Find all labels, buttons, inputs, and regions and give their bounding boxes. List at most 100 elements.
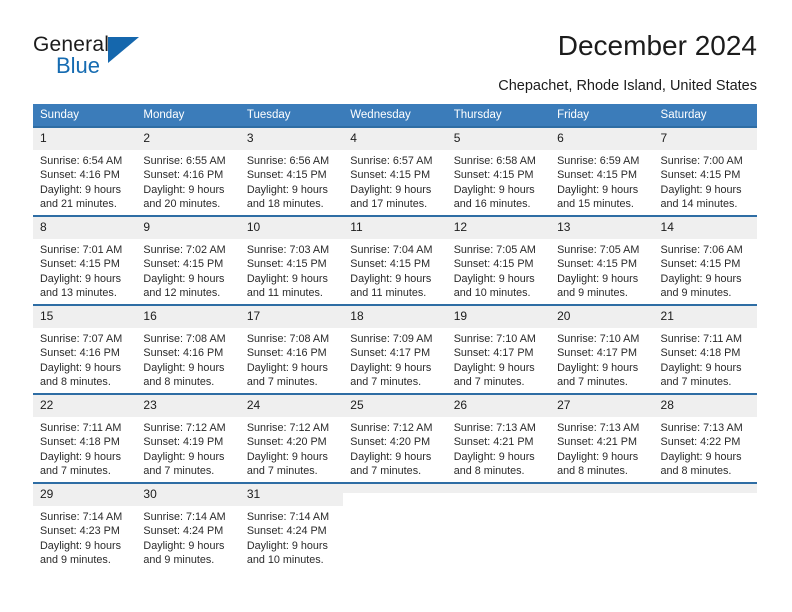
daylight-text-line2: and 10 minutes. <box>453 287 531 300</box>
sunset-text: Sunset: 4:15 PM <box>246 258 327 271</box>
day-cell[interactable]: 10 Sunrise: 7:03 AM Sunset: 4:15 PM Dayl… <box>239 215 344 305</box>
weekday-header-tuesday: Tuesday <box>239 104 344 127</box>
day-details: Sunrise: 6:55 AM Sunset: 4:16 PM Dayligh… <box>136 150 239 212</box>
daylight-text-line2: and 7 minutes. <box>453 376 525 389</box>
day-details: Sunrise: 6:58 AM Sunset: 4:15 PM Dayligh… <box>447 150 550 212</box>
sunrise-text: Sunrise: 7:14 AM <box>40 511 123 523</box>
weekday-header-saturday: Saturday <box>653 104 757 127</box>
daylight-text-line1: Daylight: 9 hours <box>143 539 225 552</box>
day-cell[interactable]: 22 Sunrise: 7:11 AM Sunset: 4:18 PM Dayl… <box>33 393 137 483</box>
sunrise-text: Sunrise: 7:14 AM <box>143 511 226 523</box>
day-number: 12 <box>446 217 551 239</box>
daylight-text-line1: Daylight: 9 hours <box>557 183 639 196</box>
day-cell[interactable]: 24 Sunrise: 7:12 AM Sunset: 4:20 PM Dayl… <box>239 393 344 483</box>
daylight-text-line1: Daylight: 9 hours <box>350 272 432 285</box>
sunset-text: Sunset: 4:17 PM <box>350 347 431 360</box>
daylight-text-line1: Daylight: 9 hours <box>453 450 535 463</box>
sunrise-text: Sunrise: 7:02 AM <box>143 244 226 256</box>
sunset-text: Sunset: 4:16 PM <box>143 347 224 360</box>
calendar-week-row: 1 Sunrise: 6:54 AM Sunset: 4:16 PM Dayli… <box>33 126 757 216</box>
daylight-text-line2: and 14 minutes. <box>660 198 738 211</box>
daylight-text-line1: Daylight: 9 hours <box>660 450 742 463</box>
day-number: 14 <box>653 217 757 239</box>
daylight-text-line2: and 8 minutes. <box>453 465 525 478</box>
daylight-text-line2: and 21 minutes. <box>40 198 117 211</box>
day-number: 19 <box>446 306 551 328</box>
general-blue-logo[interactable]: General Blue <box>33 33 233 81</box>
day-details <box>343 493 446 497</box>
day-cell[interactable]: 30 Sunrise: 7:14 AM Sunset: 4:24 PM Dayl… <box>136 482 240 571</box>
day-cell[interactable]: 7 Sunrise: 7:00 AM Sunset: 4:15 PM Dayli… <box>653 126 757 216</box>
sunrise-text: Sunrise: 7:09 AM <box>350 333 433 345</box>
weekday-header-sunday: Sunday <box>33 104 137 127</box>
daylight-text-line1: Daylight: 9 hours <box>557 361 639 374</box>
calendar-week-row: 29 Sunrise: 7:14 AM Sunset: 4:23 PM Dayl… <box>33 482 757 571</box>
calendar-week-row: 15 Sunrise: 7:07 AM Sunset: 4:16 PM Dayl… <box>33 304 757 394</box>
day-cell[interactable]: 1 Sunrise: 6:54 AM Sunset: 4:16 PM Dayli… <box>33 126 137 216</box>
day-cell[interactable]: 29 Sunrise: 7:14 AM Sunset: 4:23 PM Dayl… <box>33 482 137 571</box>
day-cell[interactable]: 21 Sunrise: 7:11 AM Sunset: 4:18 PM Dayl… <box>653 304 757 394</box>
daylight-text-line1: Daylight: 9 hours <box>246 272 328 285</box>
day-number: 7 <box>653 128 757 150</box>
day-cell[interactable]: 2 Sunrise: 6:55 AM Sunset: 4:16 PM Dayli… <box>136 126 240 216</box>
daylight-text-line1: Daylight: 9 hours <box>143 183 225 196</box>
sunrise-text: Sunrise: 7:01 AM <box>40 244 123 256</box>
sunrise-text: Sunrise: 6:54 AM <box>40 155 123 167</box>
day-cell[interactable]: 25 Sunrise: 7:12 AM Sunset: 4:20 PM Dayl… <box>343 393 447 483</box>
day-cell[interactable]: 16 Sunrise: 7:08 AM Sunset: 4:16 PM Dayl… <box>136 304 240 394</box>
logo-text-blue: Blue <box>56 53 101 78</box>
daylight-text-line2: and 11 minutes. <box>350 287 427 300</box>
day-details: Sunrise: 7:05 AM Sunset: 4:15 PM Dayligh… <box>550 239 653 301</box>
day-cell-empty <box>343 482 447 571</box>
sunset-text: Sunset: 4:21 PM <box>453 436 534 449</box>
day-details: Sunrise: 7:13 AM Sunset: 4:21 PM Dayligh… <box>550 417 653 479</box>
day-cell[interactable]: 18 Sunrise: 7:09 AM Sunset: 4:17 PM Dayl… <box>343 304 447 394</box>
day-cell[interactable]: 6 Sunrise: 6:59 AM Sunset: 4:15 PM Dayli… <box>550 126 654 216</box>
daylight-text-line2: and 9 minutes. <box>143 554 215 567</box>
sunrise-text: Sunrise: 6:57 AM <box>350 155 433 167</box>
page-title: December 2024 <box>557 30 757 61</box>
day-cell[interactable]: 5 Sunrise: 6:58 AM Sunset: 4:15 PM Dayli… <box>446 126 551 216</box>
day-cell[interactable]: 20 Sunrise: 7:10 AM Sunset: 4:17 PM Dayl… <box>550 304 654 394</box>
sunrise-text: Sunrise: 6:59 AM <box>557 155 640 167</box>
daylight-text-line1: Daylight: 9 hours <box>143 272 225 285</box>
day-cell[interactable]: 12 Sunrise: 7:05 AM Sunset: 4:15 PM Dayl… <box>446 215 551 305</box>
daylight-text-line2: and 9 minutes. <box>557 287 628 300</box>
sunrise-sunset-calendar-table: Sunday Monday Tuesday Wednesday Thursday… <box>33 104 757 571</box>
daylight-text-line2: and 7 minutes. <box>40 465 111 478</box>
day-details: Sunrise: 7:14 AM Sunset: 4:24 PM Dayligh… <box>240 506 343 568</box>
weekday-header-wednesday: Wednesday <box>343 104 447 127</box>
day-cell[interactable]: 28 Sunrise: 7:13 AM Sunset: 4:22 PM Dayl… <box>653 393 757 483</box>
day-cell[interactable]: 9 Sunrise: 7:02 AM Sunset: 4:15 PM Dayli… <box>136 215 240 305</box>
daylight-text-line1: Daylight: 9 hours <box>40 183 122 196</box>
day-cell[interactable]: 3 Sunrise: 6:56 AM Sunset: 4:15 PM Dayli… <box>239 126 344 216</box>
day-details: Sunrise: 7:12 AM Sunset: 4:20 PM Dayligh… <box>240 417 343 479</box>
day-number: 21 <box>653 306 757 328</box>
day-cell[interactable]: 4 Sunrise: 6:57 AM Sunset: 4:15 PM Dayli… <box>343 126 447 216</box>
day-cell[interactable]: 11 Sunrise: 7:04 AM Sunset: 4:15 PM Dayl… <box>343 215 447 305</box>
day-cell[interactable]: 14 Sunrise: 7:06 AM Sunset: 4:15 PM Dayl… <box>653 215 757 305</box>
sunset-text: Sunset: 4:16 PM <box>40 347 120 360</box>
day-cell-empty <box>550 482 654 571</box>
sunset-text: Sunset: 4:15 PM <box>660 169 741 182</box>
day-number: 20 <box>550 306 654 328</box>
day-number <box>343 484 447 493</box>
day-number <box>446 484 551 493</box>
sunset-text: Sunset: 4:15 PM <box>453 258 534 271</box>
day-cell[interactable]: 19 Sunrise: 7:10 AM Sunset: 4:17 PM Dayl… <box>446 304 551 394</box>
page-subtitle-location: Chepachet, Rhode Island, United States <box>498 78 757 94</box>
day-details: Sunrise: 7:13 AM Sunset: 4:22 PM Dayligh… <box>654 417 757 479</box>
day-cell[interactable]: 26 Sunrise: 7:13 AM Sunset: 4:21 PM Dayl… <box>446 393 551 483</box>
day-cell[interactable]: 15 Sunrise: 7:07 AM Sunset: 4:16 PM Dayl… <box>33 304 137 394</box>
day-cell[interactable]: 31 Sunrise: 7:14 AM Sunset: 4:24 PM Dayl… <box>239 482 344 571</box>
day-cell[interactable]: 17 Sunrise: 7:08 AM Sunset: 4:16 PM Dayl… <box>239 304 344 394</box>
day-cell[interactable]: 27 Sunrise: 7:13 AM Sunset: 4:21 PM Dayl… <box>550 393 654 483</box>
sunrise-text: Sunrise: 7:12 AM <box>350 422 433 434</box>
sunrise-text: Sunrise: 7:13 AM <box>557 422 640 434</box>
day-cell[interactable]: 8 Sunrise: 7:01 AM Sunset: 4:15 PM Dayli… <box>33 215 137 305</box>
daylight-text-line1: Daylight: 9 hours <box>246 183 328 196</box>
page-header: General Blue December 2024 Chepachet, Rh… <box>0 0 792 103</box>
daylight-text-line1: Daylight: 9 hours <box>453 272 535 285</box>
day-cell[interactable]: 13 Sunrise: 7:05 AM Sunset: 4:15 PM Dayl… <box>550 215 654 305</box>
day-cell[interactable]: 23 Sunrise: 7:12 AM Sunset: 4:19 PM Dayl… <box>136 393 240 483</box>
